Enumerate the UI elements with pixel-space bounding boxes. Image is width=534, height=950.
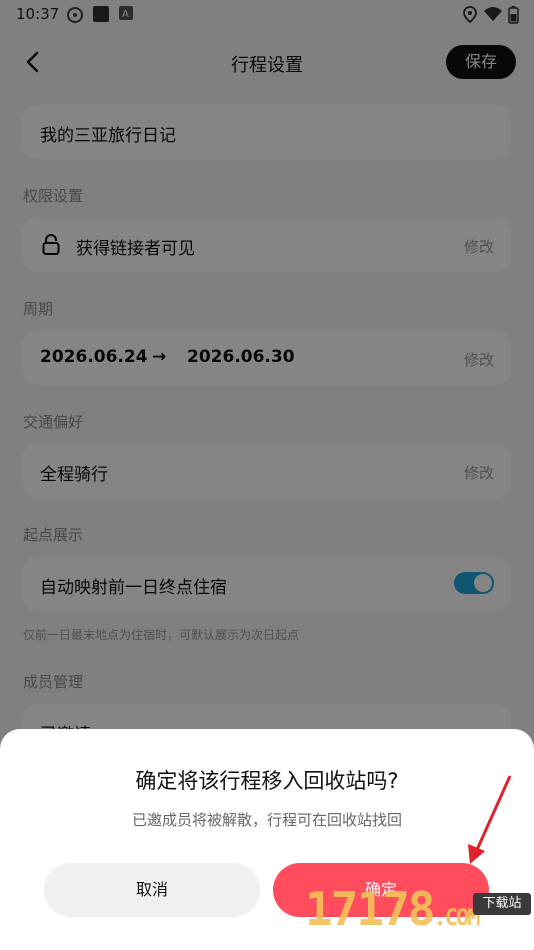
watermark-domain: .COM xyxy=(433,906,480,931)
watermark-tag: 下载站 xyxy=(473,893,531,915)
annotation-arrow-icon xyxy=(468,775,512,864)
dialog-title: 确定将该行程移入回收站吗? xyxy=(135,769,399,793)
dialog-subtitle: 已邀成员将被解散，行程可在回收站找回 xyxy=(131,811,402,829)
cancel-button[interactable]: 取消 xyxy=(44,863,260,917)
watermark-logo: 17178.COM xyxy=(305,882,480,936)
watermark-digits: 17178 xyxy=(305,882,435,936)
